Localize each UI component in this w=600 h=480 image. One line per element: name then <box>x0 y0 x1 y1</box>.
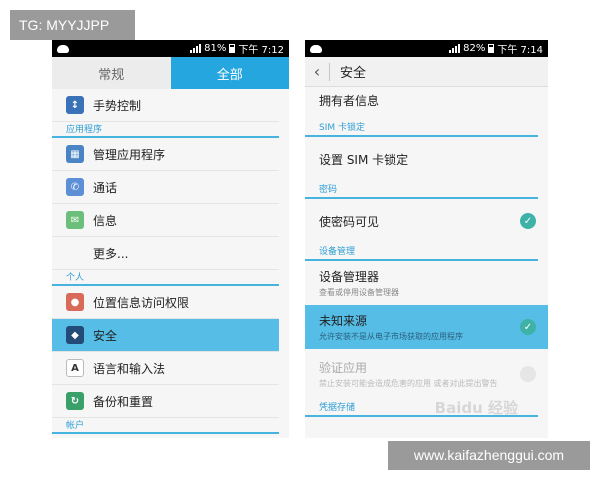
status-bar: 82% 下午 7:14 <box>305 40 548 57</box>
watermark-top-left: TG: MYYJJPP <box>10 10 135 40</box>
baidu-watermark: Baidu 经验 <box>434 399 518 417</box>
settings-item-label: 更多... <box>93 246 129 261</box>
apps-icon: ▦ <box>66 145 84 163</box>
section-header: 个人 <box>52 270 279 286</box>
page-title: 安全 <box>340 66 367 81</box>
tab-all[interactable]: 全部 <box>170 57 289 89</box>
settings-item-label: 备份和重置 <box>93 394 154 409</box>
gesture-icon: ↕ <box>66 96 84 114</box>
sim-lock-item[interactable]: 设置 SIM 卡锁定 <box>305 137 548 181</box>
status-bar: 81% 下午 7:12 <box>52 40 289 57</box>
settings-item-label: 语言和输入法 <box>93 361 166 376</box>
settings-item-label: 位置信息访问权限 <box>93 295 190 310</box>
android-debug-icon <box>310 44 322 53</box>
device-admin-item[interactable]: 设备管理器 查看或停用设备管理器 <box>305 261 548 305</box>
phone-icon: ✆ <box>66 178 84 196</box>
backup-icon: ↻ <box>66 392 84 410</box>
section-header: 帐户 <box>52 418 279 434</box>
settings-item-label: 手势控制 <box>93 98 142 113</box>
clock: 下午 7:14 <box>497 45 543 56</box>
back-arrow-icon[interactable]: ‹ <box>305 62 329 81</box>
message-icon: ✉ <box>66 211 84 229</box>
signal-icon <box>190 44 202 53</box>
settings-item[interactable]: ◆ 安全 <box>52 319 279 352</box>
settings-item[interactable]: ↻ 备份和重置 <box>52 385 279 418</box>
settings-item-label: 安全 <box>93 328 118 343</box>
battery-percent: 82% <box>463 43 486 54</box>
battery-icon <box>488 44 495 53</box>
divider <box>329 62 330 81</box>
tab-general[interactable]: 常规 <box>52 57 171 89</box>
battery-icon <box>229 44 236 53</box>
watermark-bottom-right: www.kaifazhenggui.com <box>388 441 590 470</box>
action-bar: ‹ 安全 <box>305 57 548 87</box>
battery-percent: 81% <box>204 43 227 54</box>
security-settings-screen: 82% 下午 7:14 ‹ 安全 拥有者信息 SIM 卡锁定 设置 SIM 卡锁… <box>305 40 548 438</box>
unchecked-icon[interactable] <box>520 366 536 382</box>
shield-icon: ◆ <box>66 326 84 344</box>
verify-apps-item[interactable]: 验证应用 禁止安装可能会造成危害的应用 或者对此提出警告 <box>305 349 548 399</box>
unknown-sources-label: 未知来源 <box>319 314 368 328</box>
device-admin-sub: 查看或停用设备管理器 <box>319 288 399 297</box>
settings-item-label: 管理应用程序 <box>93 147 166 162</box>
settings-item[interactable]: 更多... <box>52 237 279 270</box>
clock: 下午 7:12 <box>238 45 284 56</box>
settings-item-label: 通话 <box>93 180 118 195</box>
settings-list: ↕ 手势控制应用程序 ▦ 管理应用程序 ✆ 通话 ✉ 信息更多... 个人 ● 位置信息访问权限 ◆ 安… <box>52 89 289 434</box>
settings-item[interactable]: ▦ 管理应用程序 <box>52 138 279 171</box>
settings-item[interactable]: ↕ 手势控制 <box>52 89 279 122</box>
section-header-device: 设备管理 <box>305 243 538 261</box>
android-debug-icon <box>57 44 69 53</box>
section-header-password: 密码 <box>305 181 538 199</box>
settings-item-label: 信息 <box>93 213 118 228</box>
device-admin-label: 设备管理器 <box>319 270 380 284</box>
section-header: 应用程序 <box>52 122 279 138</box>
checked-icon[interactable]: ✓ <box>520 319 536 335</box>
unknown-sources-sub: 允许安装不是从电子市场获取的应用程序 <box>319 332 463 341</box>
settings-item[interactable]: ● 位置信息访问权限 <box>52 286 279 319</box>
keyboard-icon: A <box>66 359 84 377</box>
signal-icon <box>449 44 461 53</box>
verify-apps-sub: 禁止安装可能会造成危害的应用 或者对此提出警告 <box>319 379 498 388</box>
settings-item[interactable]: A 语言和输入法 <box>52 352 279 385</box>
checked-icon[interactable]: ✓ <box>520 213 536 229</box>
location-icon: ● <box>66 293 84 311</box>
settings-screen-all: 81% 下午 7:12 常规 全部 ↕ 手势控制应用程序 ▦ 管理应用程序 ✆ 通话 ✉ 信息… <box>52 40 289 438</box>
verify-apps-label: 验证应用 <box>319 361 368 375</box>
section-header-sim: SIM 卡锁定 <box>305 119 538 137</box>
settings-item[interactable]: ✉ 信息 <box>52 204 279 237</box>
settings-tabs: 常规 全部 <box>52 57 289 89</box>
settings-item[interactable]: ✆ 通话 <box>52 171 279 204</box>
unknown-sources-item[interactable]: 未知来源 允许安装不是从电子市场获取的应用程序 ✓ <box>305 305 548 349</box>
show-password-item[interactable]: 使密码可见 ✓ <box>305 199 548 243</box>
owner-info-item[interactable]: 拥有者信息 <box>305 87 548 113</box>
